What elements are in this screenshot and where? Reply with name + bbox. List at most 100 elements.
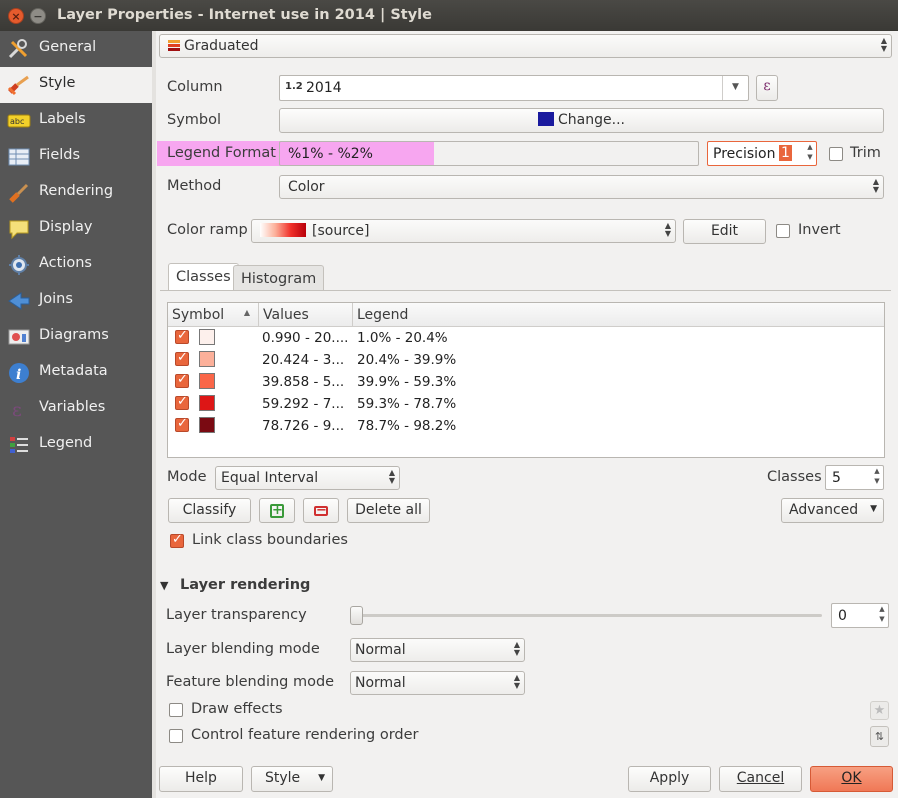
control-rendering-order-label: Control feature rendering order <box>191 727 419 743</box>
cancel-button[interactable]: Cancel <box>719 766 802 792</box>
collapse-arrow-icon[interactable]: ▼ <box>160 579 168 592</box>
transparency-value: 0 <box>838 608 847 624</box>
method-select[interactable]: Color ▲ ▼ <box>279 175 884 199</box>
remove-class-button[interactable]: − <box>303 498 339 523</box>
class-color-swatch[interactable] <box>199 329 215 345</box>
trim-label: Trim <box>850 145 881 161</box>
precision-spinbox[interactable]: Precision 1 ▲ ▼ <box>707 141 817 166</box>
spin-arrows-icon[interactable]: ▲ ▼ <box>804 142 816 165</box>
numeric-type-badge: 1.2 <box>285 81 303 92</box>
draw-effects-checkbox[interactable] <box>169 703 183 717</box>
transparency-slider-handle[interactable] <box>350 606 363 625</box>
class-color-swatch[interactable] <box>199 351 215 367</box>
column-select[interactable]: 1.2 2014 ▼ <box>279 75 749 101</box>
color-ramp-select[interactable]: [source] ▲ ▼ <box>251 219 676 243</box>
apply-button[interactable]: Apply <box>628 766 711 792</box>
color-ramp-label: Color ramp <box>167 222 248 238</box>
spin-arrows-icon[interactable]: ▲ ▼ <box>871 466 883 489</box>
class-color-swatch[interactable] <box>199 373 215 389</box>
gear-icon <box>9 255 29 275</box>
class-values: 20.424 - 3... <box>262 352 345 368</box>
add-class-button[interactable]: + <box>259 498 295 523</box>
table-row[interactable]: 0.990 - 20.... 1.0% - 20.4% <box>168 327 884 349</box>
edit-ramp-button[interactable]: Edit <box>683 219 766 244</box>
minus-icon: − <box>314 503 328 518</box>
table-row[interactable]: 20.424 - 3... 20.4% - 39.9% <box>168 349 884 371</box>
sidebar: General Style abc Labels Fields Renderin… <box>0 31 152 798</box>
precision-value: 1 <box>779 145 792 161</box>
ok-button[interactable]: OK <box>810 766 893 792</box>
tab-histogram[interactable]: Histogram <box>233 265 325 291</box>
sidebar-item-legend[interactable]: Legend <box>0 427 152 463</box>
column-header-values[interactable]: Values <box>259 303 353 327</box>
invert-checkbox[interactable] <box>776 224 790 238</box>
row-checkbox[interactable] <box>175 416 189 432</box>
row-checkbox[interactable] <box>175 328 189 344</box>
sidebar-item-metadata[interactable]: i Metadata <box>0 355 152 391</box>
mode-label: Mode <box>167 469 207 485</box>
sidebar-item-label: Display <box>39 219 93 235</box>
link-class-boundaries-checkbox[interactable] <box>170 532 184 548</box>
sidebar-item-style[interactable]: Style <box>0 67 152 103</box>
layer-blending-select[interactable]: Normal ▲ ▼ <box>350 638 525 662</box>
star-effects-icon[interactable]: ★ <box>870 701 889 720</box>
style-menu-button[interactable]: Style ▼ <box>251 766 333 792</box>
sidebar-item-rendering[interactable]: Rendering <box>0 175 152 211</box>
window-title: Layer Properties - Internet use in 2014 … <box>57 7 432 23</box>
sort-order-icon[interactable]: ⇅ <box>870 726 889 747</box>
sidebar-splitter[interactable] <box>152 31 156 798</box>
class-color-swatch[interactable] <box>199 395 215 411</box>
change-symbol-button[interactable]: Change... <box>279 108 884 133</box>
sidebar-item-diagrams[interactable]: Diagrams <box>0 319 152 355</box>
close-window-button[interactable]: × <box>8 8 24 24</box>
chevron-down-icon: ▼ <box>318 773 325 783</box>
feature-blending-select[interactable]: Normal ▲ ▼ <box>350 671 525 695</box>
legend-format-input[interactable]: %1% - %2% <box>279 141 699 166</box>
sidebar-item-variables[interactable]: ε Variables <box>0 391 152 427</box>
transparency-slider-track[interactable] <box>356 614 822 617</box>
spin-arrows-icon[interactable]: ▲ ▼ <box>876 604 888 627</box>
sidebar-item-joins[interactable]: Joins <box>0 283 152 319</box>
renderer-value: Graduated <box>184 38 259 54</box>
table-row[interactable]: 78.726 - 9... 78.7% - 98.2% <box>168 415 884 437</box>
class-values: 39.858 - 5... <box>262 374 345 390</box>
updown-arrows-icon: ▲ ▼ <box>880 36 887 53</box>
column-header-legend[interactable]: Legend <box>353 303 884 327</box>
sidebar-item-fields[interactable]: Fields <box>0 139 152 175</box>
class-color-swatch[interactable] <box>199 417 215 433</box>
classes-spinbox[interactable]: 5 ▲ ▼ <box>825 465 884 490</box>
sidebar-item-actions[interactable]: Actions <box>0 247 152 283</box>
minimize-window-button[interactable]: − <box>30 8 46 24</box>
row-checkbox[interactable] <box>175 350 189 366</box>
sidebar-item-display[interactable]: Display <box>0 211 152 247</box>
sidebar-item-label: Actions <box>39 255 92 271</box>
trim-checkbox[interactable] <box>829 147 843 161</box>
advanced-button[interactable]: Advanced ▼ <box>781 498 884 523</box>
delete-all-button[interactable]: Delete all <box>347 498 430 523</box>
expression-button[interactable]: ε <box>756 75 778 101</box>
table-row[interactable]: 39.858 - 5... 39.9% - 59.3% <box>168 371 884 393</box>
join-arrow-icon <box>8 292 30 310</box>
classes-table[interactable]: Symbol ▲ Values Legend 0.990 - 20.... 1.… <box>167 302 885 458</box>
control-rendering-order-checkbox[interactable] <box>169 729 183 743</box>
row-checkbox[interactable] <box>175 394 189 410</box>
sidebar-item-label: Rendering <box>39 183 114 199</box>
renderer-select[interactable]: Graduated ▲ ▼ <box>159 34 892 58</box>
table-row[interactable]: 59.292 - 7... 59.3% - 78.7% <box>168 393 884 415</box>
sidebar-item-general[interactable]: General <box>0 31 152 67</box>
wrench-icon <box>8 39 28 59</box>
chevron-down-icon[interactable]: ▼ <box>722 76 748 100</box>
sidebar-item-labels[interactable]: abc Labels <box>0 103 152 139</box>
transparency-spinbox[interactable]: 0 ▲ ▼ <box>831 603 889 628</box>
row-checkbox[interactable] <box>175 372 189 388</box>
class-values: 59.292 - 7... <box>262 396 345 412</box>
mode-select[interactable]: Equal Interval ▲ ▼ <box>215 466 400 490</box>
help-button[interactable]: Help <box>159 766 243 792</box>
sidebar-item-label: General <box>39 39 97 55</box>
precision-label: Precision <box>713 146 776 162</box>
table-icon <box>8 148 30 166</box>
classify-button[interactable]: Classify <box>168 498 251 523</box>
layer-rendering-header[interactable]: Layer rendering <box>180 577 310 593</box>
tab-classes[interactable]: Classes <box>168 263 239 291</box>
column-header-symbol[interactable]: Symbol ▲ <box>168 303 259 327</box>
